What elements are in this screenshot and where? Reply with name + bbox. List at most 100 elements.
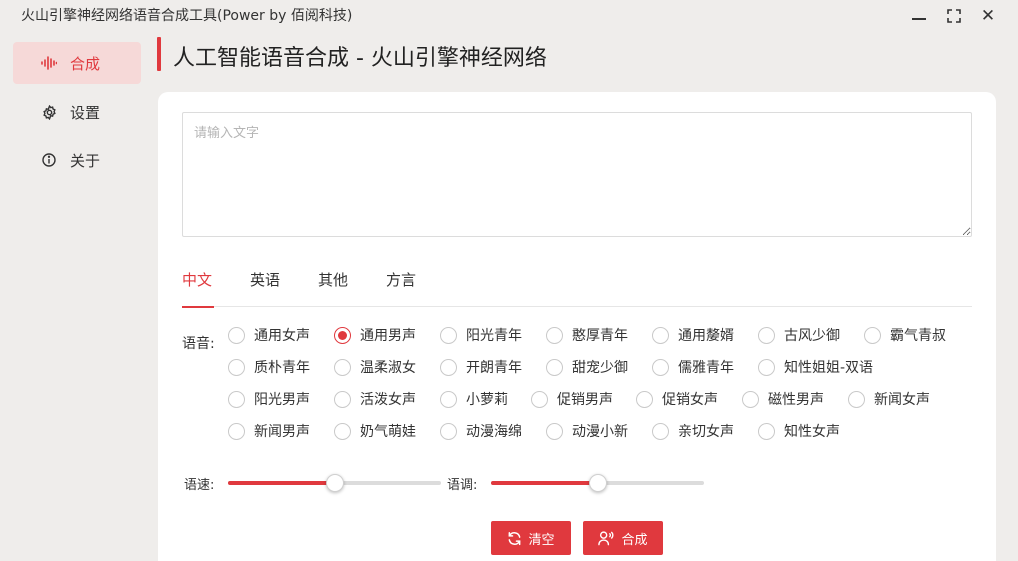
voice-option[interactable]: 促销男声 [531, 389, 613, 409]
radio-button[interactable] [334, 422, 351, 440]
radio-button[interactable] [758, 358, 775, 376]
tab-chinese[interactable]: 中文 [182, 269, 214, 308]
voice-option[interactable]: 憨厚青年 [546, 325, 628, 345]
voice-option[interactable]: 质朴青年 [228, 357, 310, 377]
voice-option[interactable]: 知性女声 [758, 421, 840, 441]
voice-option[interactable]: 甜宠少御 [546, 357, 628, 377]
radio-button[interactable] [228, 358, 245, 376]
voice-label: 语音: [182, 336, 215, 352]
radio-button[interactable] [334, 358, 351, 376]
voice-option-label: 阳光男声 [254, 392, 310, 408]
voice-option-label: 古风少御 [784, 328, 840, 344]
radio-button[interactable] [228, 422, 245, 440]
voice-option[interactable]: 阳光男声 [228, 389, 310, 409]
sidebar-item-label: 设置 [70, 103, 101, 122]
sidebar-item-label: 合成 [70, 54, 101, 73]
voice-option-label: 通用嫠婿 [678, 328, 734, 344]
radio-button[interactable] [864, 326, 881, 344]
gear-icon [41, 104, 57, 120]
radio-button[interactable] [652, 326, 669, 344]
close-button[interactable]: ✕ [977, 6, 999, 26]
voice-option[interactable]: 知性姐姐-双语 [758, 357, 873, 377]
voice-option[interactable]: 通用男声 [334, 325, 416, 345]
voice-option-label: 奶气萌娃 [360, 424, 416, 440]
voice-option[interactable]: 新闻女声 [848, 389, 930, 409]
voice-option-label: 小萝莉 [466, 392, 508, 408]
voice-option[interactable]: 动漫小新 [546, 421, 628, 441]
maximize-button[interactable] [943, 6, 965, 26]
voice-option[interactable]: 温柔淑女 [334, 357, 416, 377]
radio-button[interactable] [546, 422, 563, 440]
voice-option-label: 温柔淑女 [360, 360, 416, 376]
radio-button[interactable] [228, 390, 245, 408]
radio-button[interactable] [440, 326, 457, 344]
voice-option[interactable]: 阳光青年 [440, 325, 522, 345]
voice-option[interactable]: 霸气青叔 [864, 325, 946, 345]
voice-option[interactable]: 开朗青年 [440, 357, 522, 377]
voice-option-label: 霸气青叔 [890, 328, 946, 344]
speed-slider-handle[interactable] [325, 474, 344, 492]
close-icon: ✕ [980, 6, 996, 26]
tab-english[interactable]: 英语 [250, 269, 280, 307]
voice-option[interactable]: 亲切女声 [652, 421, 734, 441]
sidebar-item-settings[interactable]: 设置 [13, 91, 141, 133]
pitch-slider-handle[interactable] [588, 474, 607, 492]
voice-option-label: 通用女声 [254, 328, 310, 344]
radio-button[interactable] [228, 326, 245, 344]
sidebar-item-about[interactable]: 关于 [13, 139, 141, 181]
voice-option-label: 知性女声 [784, 424, 840, 440]
radio-button[interactable] [334, 390, 351, 408]
radio-button[interactable] [758, 422, 775, 440]
voice-option-label: 儒雅青年 [678, 360, 734, 376]
pitch-slider[interactable] [491, 474, 704, 492]
voice-option[interactable]: 动漫海绵 [440, 421, 522, 441]
voice-option[interactable]: 通用嫠婿 [652, 325, 734, 345]
clear-button[interactable]: 清空 [491, 521, 571, 555]
voice-option-label: 活泼女声 [360, 392, 416, 408]
radio-button[interactable] [848, 390, 865, 408]
app-title: 火山引擎神经网络语音合成工具(Power by 佰阅科技) [21, 8, 353, 24]
radio-button[interactable] [334, 326, 351, 344]
radio-button[interactable] [652, 422, 669, 440]
radio-button[interactable] [742, 390, 759, 408]
voice-option-label: 开朗青年 [466, 360, 522, 376]
voice-option-label: 动漫小新 [572, 424, 628, 440]
maximize-icon [947, 9, 961, 23]
radio-button[interactable] [440, 422, 457, 440]
sidebar-item-synth[interactable]: 合成 [13, 42, 141, 84]
synthesize-button[interactable]: 合成 [583, 521, 663, 555]
tab-other[interactable]: 其他 [318, 269, 348, 307]
voice-option[interactable]: 通用女声 [228, 325, 310, 345]
language-tabs: 中文 英语 其他 方言 [182, 264, 972, 308]
radio-button[interactable] [546, 326, 563, 344]
radio-button[interactable] [440, 358, 457, 376]
voice-option[interactable]: 促销女声 [636, 389, 718, 409]
voice-option-label: 阳光青年 [466, 328, 522, 344]
voice-option[interactable]: 奶气萌娃 [334, 421, 416, 441]
pitch-slider-fill [491, 481, 598, 485]
radio-button[interactable] [652, 358, 669, 376]
text-input[interactable] [182, 112, 972, 237]
tab-dialect[interactable]: 方言 [386, 269, 416, 307]
page-title: 人工智能语音合成 - 火山引擎神经网络 [173, 46, 547, 71]
info-icon [41, 152, 57, 168]
voice-option[interactable]: 磁性男声 [742, 389, 824, 409]
radio-button[interactable] [758, 326, 775, 344]
voice-option[interactable]: 活泼女声 [334, 389, 416, 409]
voice-option-label: 质朴青年 [254, 360, 310, 376]
radio-button[interactable] [546, 358, 563, 376]
voice-option[interactable]: 新闻男声 [228, 421, 310, 441]
radio-button[interactable] [440, 390, 457, 408]
voice-option[interactable]: 儒雅青年 [652, 357, 734, 377]
minimize-icon [912, 18, 926, 20]
voice-option-label: 憨厚青年 [572, 328, 628, 344]
title-bar: 火山引擎神经网络语音合成工具(Power by 佰阅科技) ✕ [0, 0, 1018, 30]
speed-slider[interactable] [228, 474, 441, 492]
radio-button[interactable] [636, 390, 653, 408]
sidebar-item-label: 关于 [70, 151, 101, 170]
clear-button-label: 清空 [528, 531, 555, 547]
minimize-button[interactable] [908, 6, 930, 26]
voice-option[interactable]: 古风少御 [758, 325, 840, 345]
voice-option[interactable]: 小萝莉 [440, 389, 508, 409]
radio-button[interactable] [531, 390, 548, 408]
